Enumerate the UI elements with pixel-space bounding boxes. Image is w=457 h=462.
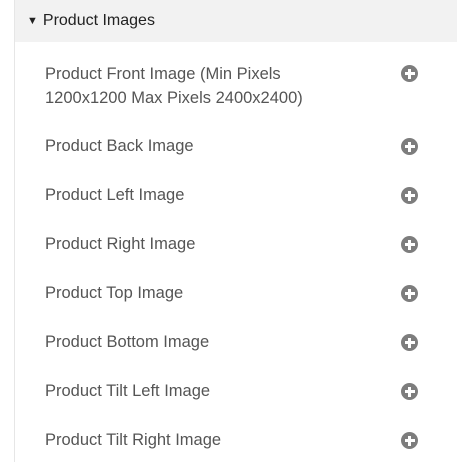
caret-down-icon: ▼ <box>27 14 38 27</box>
list-item-bottom-image: Product Bottom Image <box>15 330 457 354</box>
item-label: Product Tilt Right Image <box>45 431 222 449</box>
item-label: Product Bottom Image <box>45 333 210 351</box>
item-label: Product Top Image <box>45 284 184 302</box>
product-images-header[interactable]: ▼ Product Images <box>15 0 457 42</box>
plus-circle-icon[interactable] <box>401 432 418 449</box>
list-item-left-image: Product Left Image <box>15 183 457 207</box>
list-item-back-image: Product Back Image <box>15 134 457 158</box>
item-label: Product Left Image <box>45 186 185 204</box>
item-label: Product Right Image <box>45 235 196 253</box>
list-item-right-image: Product Right Image <box>15 232 457 256</box>
list-item-tilt-left-image: Product Tilt Left Image <box>15 379 457 403</box>
plus-circle-icon[interactable] <box>401 285 418 302</box>
plus-circle-icon[interactable] <box>401 65 418 82</box>
item-label: Product Front Image (Min Pixels 1200x120… <box>45 65 303 107</box>
plus-circle-icon[interactable] <box>401 383 418 400</box>
section-title: Product Images <box>42 12 155 29</box>
plus-circle-icon[interactable] <box>401 187 418 204</box>
item-label: Product Tilt Left Image <box>45 382 211 400</box>
list-item-tilt-right-image: Product Tilt Right Image <box>15 428 457 452</box>
list-item-top-image: Product Top Image <box>15 281 457 305</box>
plus-circle-icon[interactable] <box>401 334 418 351</box>
plus-circle-icon[interactable] <box>401 138 418 155</box>
product-images-panel: ▼ Product Images Product Front Image (Mi… <box>14 0 457 462</box>
list-item-front-image: Product Front Image (Min Pixels 1200x120… <box>15 62 457 110</box>
plus-circle-icon[interactable] <box>401 236 418 253</box>
item-label: Product Back Image <box>45 137 194 155</box>
